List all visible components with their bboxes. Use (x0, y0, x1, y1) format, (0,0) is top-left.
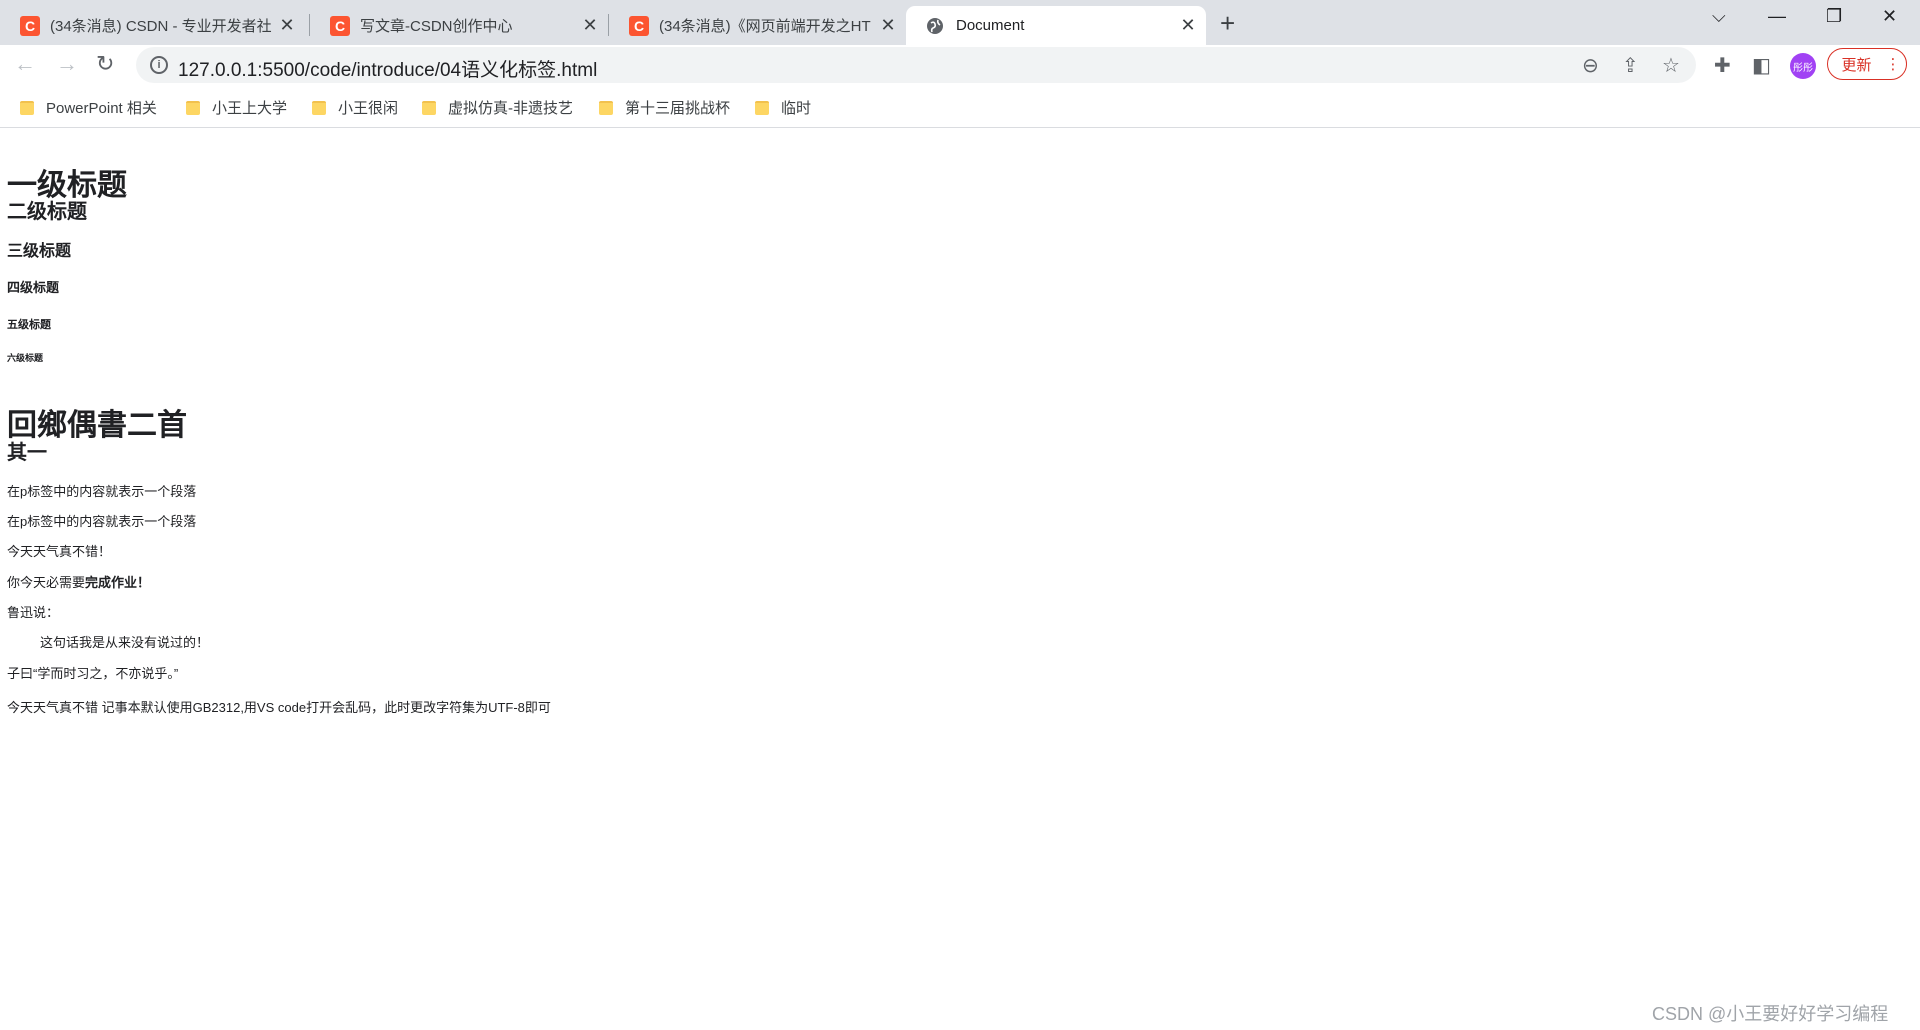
poem-subtitle: 其一 (7, 442, 47, 464)
strong-text: 完成作业！ (85, 575, 151, 590)
forward-arrow-icon[interactable]: → (56, 51, 78, 77)
heading-1: 一级标题 (7, 169, 127, 202)
bookmark-item[interactable]: 小王很闲 (312, 97, 398, 118)
folder-icon (20, 100, 34, 115)
back-arrow-icon[interactable]: ← (14, 51, 36, 77)
tab-search-chevron-icon[interactable]: ⌵ (1712, 6, 1726, 27)
tab-document[interactable]: Document ✕ (906, 6, 1206, 45)
bookmark-label: 小王上大学 (212, 100, 288, 117)
paragraph: 今天天气真不错 记事本默认使用GB2312,用VS code打开会乱码，此时更改… (7, 700, 551, 715)
update-button[interactable]: 更新 ⋮ (1827, 48, 1907, 80)
inline-quote-paragraph: 子曰“学而时习之，不亦说乎。” (7, 666, 179, 681)
folder-icon (599, 100, 613, 115)
heading-2: 二级标题 (7, 201, 87, 223)
paragraph: 在p标签中的内容就表示一个段落 (7, 484, 197, 499)
side-panel-icon[interactable]: ◧ (1752, 53, 1771, 78)
update-label: 更新 (1841, 56, 1872, 74)
profile-avatar[interactable]: 彤彤 (1790, 53, 1816, 79)
bookmark-item[interactable]: 小王上大学 (186, 97, 287, 118)
bookmark-label: PowerPoint 相关 (46, 100, 157, 117)
globe-icon (927, 17, 943, 34)
restore-icon[interactable]: ❐ (1826, 6, 1842, 27)
bookmark-item[interactable]: 第十三届挑战杯 (599, 97, 730, 118)
bookmarks-bar: PowerPoint 相关 小王上大学 小王很闲 虚拟仿真-非遗技艺 第十三届挑… (0, 85, 1920, 128)
share-icon[interactable]: ⇪ (1622, 53, 1639, 78)
extensions-puzzle-icon[interactable]: ✚ (1714, 53, 1731, 78)
tab-strip: C (34条消息) CSDN - 专业开发者社 ✕ C 写文章-CSDN创作中心… (0, 0, 1920, 45)
csdn-favicon-icon: C (20, 15, 40, 36)
tab-write-article[interactable]: C 写文章-CSDN创作中心 ✕ (310, 6, 608, 45)
bookmark-label: 临时 (781, 100, 812, 117)
close-tab-icon[interactable]: ✕ (878, 15, 898, 36)
paragraph-with-strong: 你今天必需要完成作业！ (7, 575, 150, 591)
close-tab-icon[interactable]: ✕ (277, 15, 297, 36)
bookmark-star-icon[interactable]: ☆ (1662, 53, 1680, 78)
tab-title: Document (956, 17, 1025, 34)
folder-icon (755, 100, 769, 115)
normal-text: 你今天必需要 (7, 575, 86, 590)
paragraph: 今天天气真不错！ (7, 544, 112, 559)
close-window-icon[interactable]: ✕ (1882, 6, 1897, 27)
tab-title: 写文章-CSDN创作中心 (360, 18, 513, 35)
csdn-favicon-icon: C (330, 15, 350, 36)
tab-title: (34条消息) CSDN - 专业开发者社 (50, 18, 272, 35)
tab-csdn-article[interactable]: C (34条消息)《网页前端开发之HT ✕ (609, 6, 906, 45)
toolbar: ← → ↻ i 127.0.0.1:5500/code/introduce/04… (0, 45, 1920, 85)
bookmark-label: 小王很闲 (338, 100, 399, 117)
tab-csdn-home[interactable]: C (34条消息) CSDN - 专业开发者社 ✕ (0, 6, 305, 45)
folder-icon (422, 100, 436, 115)
heading-5: 五级标题 (7, 319, 51, 331)
reload-icon[interactable]: ↻ (96, 51, 114, 77)
address-bar[interactable]: i 127.0.0.1:5500/code/introduce/04语义化标签.… (136, 47, 1696, 83)
folder-icon (186, 100, 200, 115)
heading-3: 三级标题 (7, 243, 72, 260)
folder-icon (312, 100, 326, 115)
url-text[interactable]: 127.0.0.1:5500/code/introduce/04语义化标签.ht… (178, 55, 597, 82)
heading-6: 六级标题 (7, 353, 44, 363)
menu-kebab-icon: ⋮ (1885, 56, 1901, 73)
paragraph: 在p标签中的内容就表示一个段落 (7, 514, 197, 529)
blockquote: 这句话我是从来没有说过的！ (40, 635, 210, 650)
bookmark-item[interactable]: PowerPoint 相关 (20, 97, 157, 118)
paragraph: 鲁迅说： (7, 605, 60, 620)
bookmark-label: 第十三届挑战杯 (625, 100, 731, 117)
tab-title: (34条消息)《网页前端开发之HT (659, 18, 871, 35)
poem-title: 回鄉偶書二首 (7, 409, 187, 442)
csdn-watermark: CSDN @小王要好好学习编程 (1652, 1004, 1889, 1024)
zoom-icon[interactable]: ⊖ (1582, 53, 1599, 78)
close-tab-icon[interactable]: ✕ (1178, 15, 1198, 36)
csdn-favicon-icon: C (629, 15, 649, 36)
heading-4: 四级标题 (7, 280, 60, 295)
close-tab-icon[interactable]: ✕ (580, 15, 600, 36)
minimize-icon[interactable]: — (1768, 6, 1786, 27)
bookmark-label: 虚拟仿真-非遗技艺 (448, 100, 573, 117)
new-tab-button[interactable]: + (1220, 8, 1235, 39)
site-info-icon[interactable]: i (150, 56, 168, 74)
bookmark-item[interactable]: 临时 (755, 97, 811, 118)
bookmark-item[interactable]: 虚拟仿真-非遗技艺 (422, 97, 573, 118)
